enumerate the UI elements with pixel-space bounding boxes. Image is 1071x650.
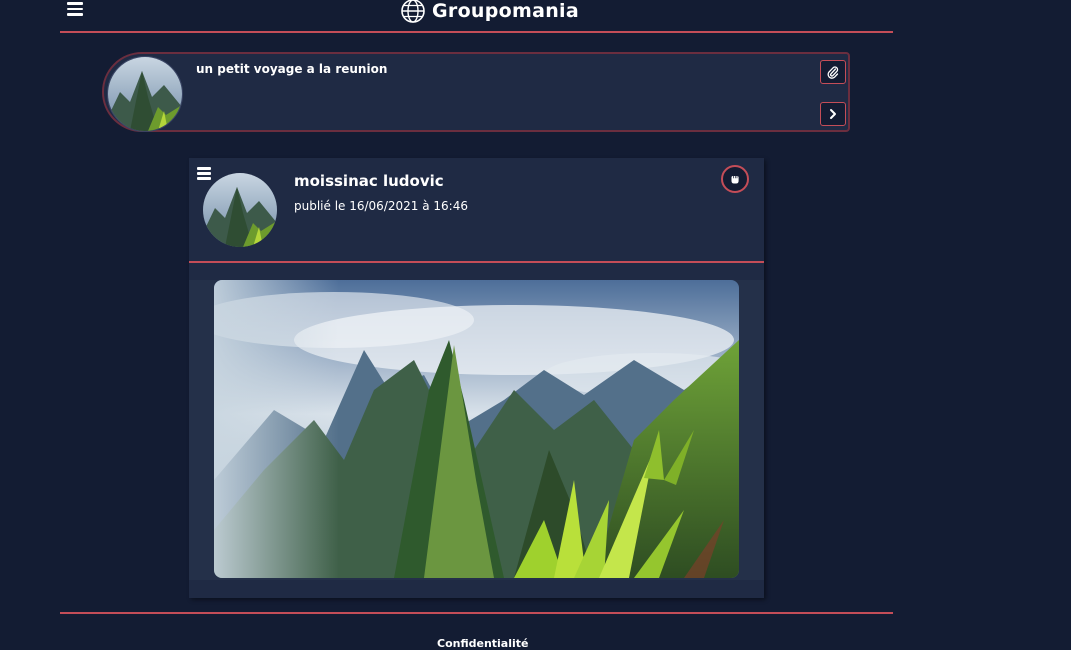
post-date: publié le 16/06/2021 à 16:46 <box>294 199 468 213</box>
like-button[interactable] <box>721 165 749 193</box>
submit-button[interactable] <box>820 102 846 126</box>
avatar <box>107 56 183 132</box>
avatar <box>203 173 277 247</box>
brand-name: Groupomania <box>432 0 579 22</box>
header-divider <box>60 31 893 33</box>
post-author: moissinac ludovic <box>294 172 444 190</box>
attach-button[interactable] <box>820 60 846 84</box>
hamburger-menu-icon[interactable] <box>197 167 211 180</box>
hamburger-menu-icon[interactable] <box>67 2 83 16</box>
privacy-link[interactable]: Confidentialité <box>437 637 529 650</box>
logo: Groupomania <box>400 0 579 24</box>
globe-icon <box>401 0 425 23</box>
fist-icon <box>731 176 739 184</box>
footer-divider <box>60 612 893 614</box>
post-image <box>214 280 739 578</box>
post-card: moissinac ludovic publié le 16/06/2021 à… <box>189 158 764 598</box>
paperclip-icon <box>827 66 839 79</box>
composer-text[interactable]: un petit voyage a la reunion <box>196 62 387 76</box>
post-divider <box>189 261 764 263</box>
post-composer: un petit voyage a la reunion <box>102 52 850 132</box>
post-media <box>189 280 764 580</box>
chevron-right-icon <box>830 109 836 119</box>
